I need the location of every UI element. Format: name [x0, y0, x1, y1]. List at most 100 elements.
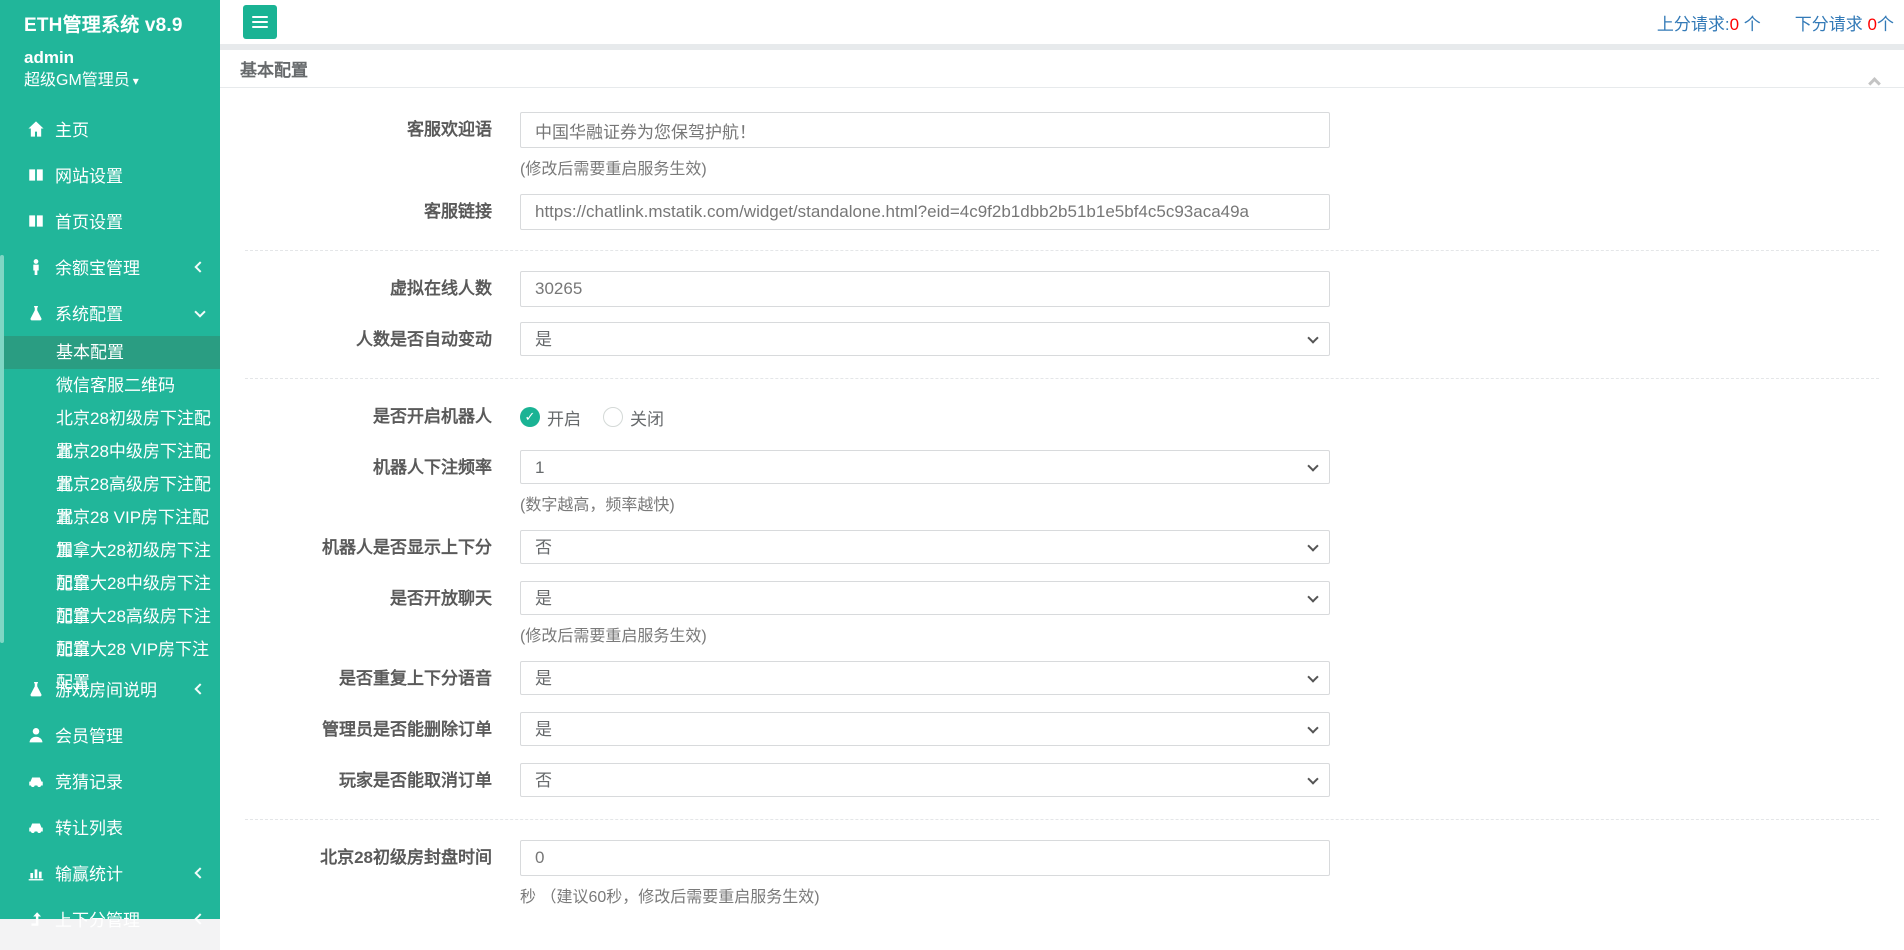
- radio-on-checked[interactable]: ✓: [520, 407, 540, 427]
- panel-header: 基本配置: [220, 50, 1904, 88]
- chevron-left-icon: [194, 261, 205, 272]
- topbar-links: 上分请求:0 个 下分请求 0个: [1657, 10, 1894, 35]
- field-label: 机器人下注频率: [245, 450, 492, 515]
- submenu-item-ca28-middle[interactable]: 加拿大28中级房下注配置: [0, 567, 220, 600]
- field-label: 是否重复上下分语音: [245, 661, 492, 697]
- up-score-requests-link[interactable]: 上分请求:0 个: [1657, 10, 1761, 35]
- auto-change-select[interactable]: 是: [520, 322, 1330, 356]
- radio-off-unchecked[interactable]: [603, 407, 623, 427]
- form-row-robot-show: 机器人是否显示上下分 否: [245, 530, 1879, 566]
- submenu-item-ca28-junior[interactable]: 加拿大28初级房下注配置: [0, 534, 220, 567]
- admin-delete-select[interactable]: 是: [520, 712, 1330, 746]
- field-label: 人数是否自动变动: [245, 322, 492, 358]
- submenu-item-bj28-junior[interactable]: 北京28初级房下注配置: [0, 402, 220, 435]
- submenu-item-ca28-senior[interactable]: 加拿大28高级房下注配置: [0, 600, 220, 633]
- form-row-auto-change: 人数是否自动变动 是: [245, 322, 1879, 358]
- sidebar-toggle-button[interactable]: [243, 5, 277, 39]
- sidebar-item-label: 转让列表: [55, 814, 123, 839]
- robot-enabled-radio-group: ✓ 开启 关闭: [520, 399, 1330, 435]
- sidebar-item-label: 首页设置: [55, 208, 123, 233]
- app-title: ETH管理系统 v8.9: [0, 0, 220, 37]
- panel-title: 基本配置: [240, 56, 308, 81]
- submenu-item-bj28-middle[interactable]: 北京28中级房下注配置: [0, 435, 220, 468]
- chat-open-select[interactable]: 是: [520, 581, 1330, 615]
- car-icon: [27, 818, 45, 836]
- sidebar-item-bet-records[interactable]: 竞猜记录: [0, 758, 220, 804]
- topbar: 上分请求:0 个 下分请求 0个: [220, 0, 1904, 44]
- sidebar-item-label: 输赢统计: [55, 860, 123, 885]
- form-row-service-link: 客服链接: [245, 194, 1879, 230]
- form-row-player-cancel: 玩家是否能取消订单 否: [245, 763, 1879, 799]
- chevron-down-icon: [194, 306, 205, 317]
- field-label: 客服欢迎语: [245, 112, 492, 179]
- sidebar-item-transfer-list[interactable]: 转让列表: [0, 804, 220, 850]
- submenu-item-bj28-senior[interactable]: 北京28高级房下注配置: [0, 468, 220, 501]
- down-requests-count: 0: [1868, 15, 1877, 34]
- submenu-item-wechat-qrcode[interactable]: 微信客服二维码: [0, 369, 220, 402]
- sidebar: ETH管理系统 v8.9 admin 超级GM管理员▾ 主页 网站设置 首页设置…: [0, 0, 220, 919]
- user-block: admin 超级GM管理员▾: [0, 37, 220, 92]
- sidebar-item-system-config[interactable]: 系统配置: [0, 290, 220, 336]
- field-note: (数字越高，频率越快): [520, 491, 1330, 515]
- sidebar-menu: 主页 网站设置 首页设置 余额宝管理 系统配置 基本配置 微信客服二维码 北京2…: [0, 106, 220, 942]
- section-divider: [245, 250, 1879, 251]
- field-label: 客服链接: [245, 194, 492, 230]
- service-link-input[interactable]: [520, 194, 1330, 230]
- submenu-item-bj28-vip[interactable]: 北京28 VIP房下注配置: [0, 501, 220, 534]
- section-divider: [245, 378, 1879, 379]
- user-role-label: 超级GM管理员: [24, 72, 130, 89]
- chevron-left-icon: [194, 867, 205, 878]
- field-label: 玩家是否能取消订单: [245, 763, 492, 799]
- basic-config-form: 客服欢迎语 (修改后需要重启服务生效) 客服链接 虚拟在线人数: [220, 88, 1904, 950]
- submenu-item-ca28-vip[interactable]: 加拿大28 VIP房下注配置: [0, 633, 220, 666]
- up-requests-count: 0: [1730, 15, 1739, 34]
- player-cancel-select[interactable]: 否: [520, 763, 1330, 797]
- field-note: (修改后需要重启服务生效): [520, 622, 1330, 646]
- user-icon: [27, 726, 45, 744]
- collapse-panel-button[interactable]: [1868, 63, 1884, 75]
- sidebar-item-members[interactable]: 会员管理: [0, 712, 220, 758]
- form-row-chat-open: 是否开放聊天 是 (修改后需要重启服务生效): [245, 581, 1879, 646]
- field-label: 管理员是否能删除订单: [245, 712, 492, 748]
- user-role-dropdown[interactable]: 超级GM管理员▾: [24, 70, 220, 92]
- caret-down-icon: ▾: [133, 74, 139, 88]
- form-row-admin-delete: 管理员是否能删除订单 是: [245, 712, 1879, 748]
- flask-icon: [27, 304, 45, 322]
- flask-icon: [27, 680, 45, 698]
- sidebar-item-label: 系统配置: [55, 300, 123, 325]
- repeat-voice-select[interactable]: 是: [520, 661, 1330, 695]
- up-requests-label: 上分请求:: [1657, 15, 1730, 34]
- robot-show-select[interactable]: 否: [520, 530, 1330, 564]
- virtual-online-users-input[interactable]: [520, 271, 1330, 307]
- chevron-left-icon: [194, 683, 205, 694]
- radio-label-on: 开启: [547, 405, 581, 430]
- sidebar-item-label: 余额宝管理: [55, 254, 140, 279]
- sidebar-item-homepage-settings[interactable]: 首页设置: [0, 198, 220, 244]
- robot-rate-select[interactable]: 1: [520, 450, 1330, 484]
- section-divider: [245, 819, 1879, 820]
- grid-icon: [27, 166, 45, 184]
- radio-label-off: 关闭: [630, 405, 664, 430]
- field-note: (修改后需要重启服务生效): [520, 155, 1330, 179]
- sidebar-item-site-settings[interactable]: 网站设置: [0, 152, 220, 198]
- username: admin: [24, 47, 220, 70]
- form-row-robot-rate: 机器人下注频率 1 (数字越高，频率越快): [245, 450, 1879, 515]
- person-icon: [27, 258, 45, 276]
- field-label: 北京28初级房封盘时间: [245, 840, 492, 907]
- main-area: 上分请求:0 个 下分请求 0个 基本配置 客服欢迎语 (修改后需要重启服务生效…: [220, 0, 1904, 919]
- form-row-online-users: 虚拟在线人数: [245, 271, 1879, 307]
- sidebar-item-home[interactable]: 主页: [0, 106, 220, 152]
- down-score-requests-link[interactable]: 下分请求 0个: [1795, 10, 1894, 35]
- grid-icon: [27, 212, 45, 230]
- welcome-message-input[interactable]: [520, 112, 1330, 148]
- form-row-welcome: 客服欢迎语 (修改后需要重启服务生效): [245, 112, 1879, 179]
- down-requests-label: 下分请求: [1795, 15, 1868, 34]
- form-row-seal-time: 北京28初级房封盘时间 秒 （建议60秒，修改后需要重启服务生效): [245, 840, 1879, 907]
- sidebar-scrollbar-thumb[interactable]: [0, 255, 4, 643]
- seal-time-input[interactable]: [520, 840, 1330, 876]
- field-label: 是否开放聊天: [245, 581, 492, 646]
- sidebar-item-yuebao[interactable]: 余额宝管理: [0, 244, 220, 290]
- sidebar-item-win-loss-stats[interactable]: 输赢统计: [0, 850, 220, 896]
- sidebar-item-game-room-info[interactable]: 游戏房间说明: [0, 666, 220, 712]
- submenu-item-basic-config[interactable]: 基本配置: [0, 336, 220, 369]
